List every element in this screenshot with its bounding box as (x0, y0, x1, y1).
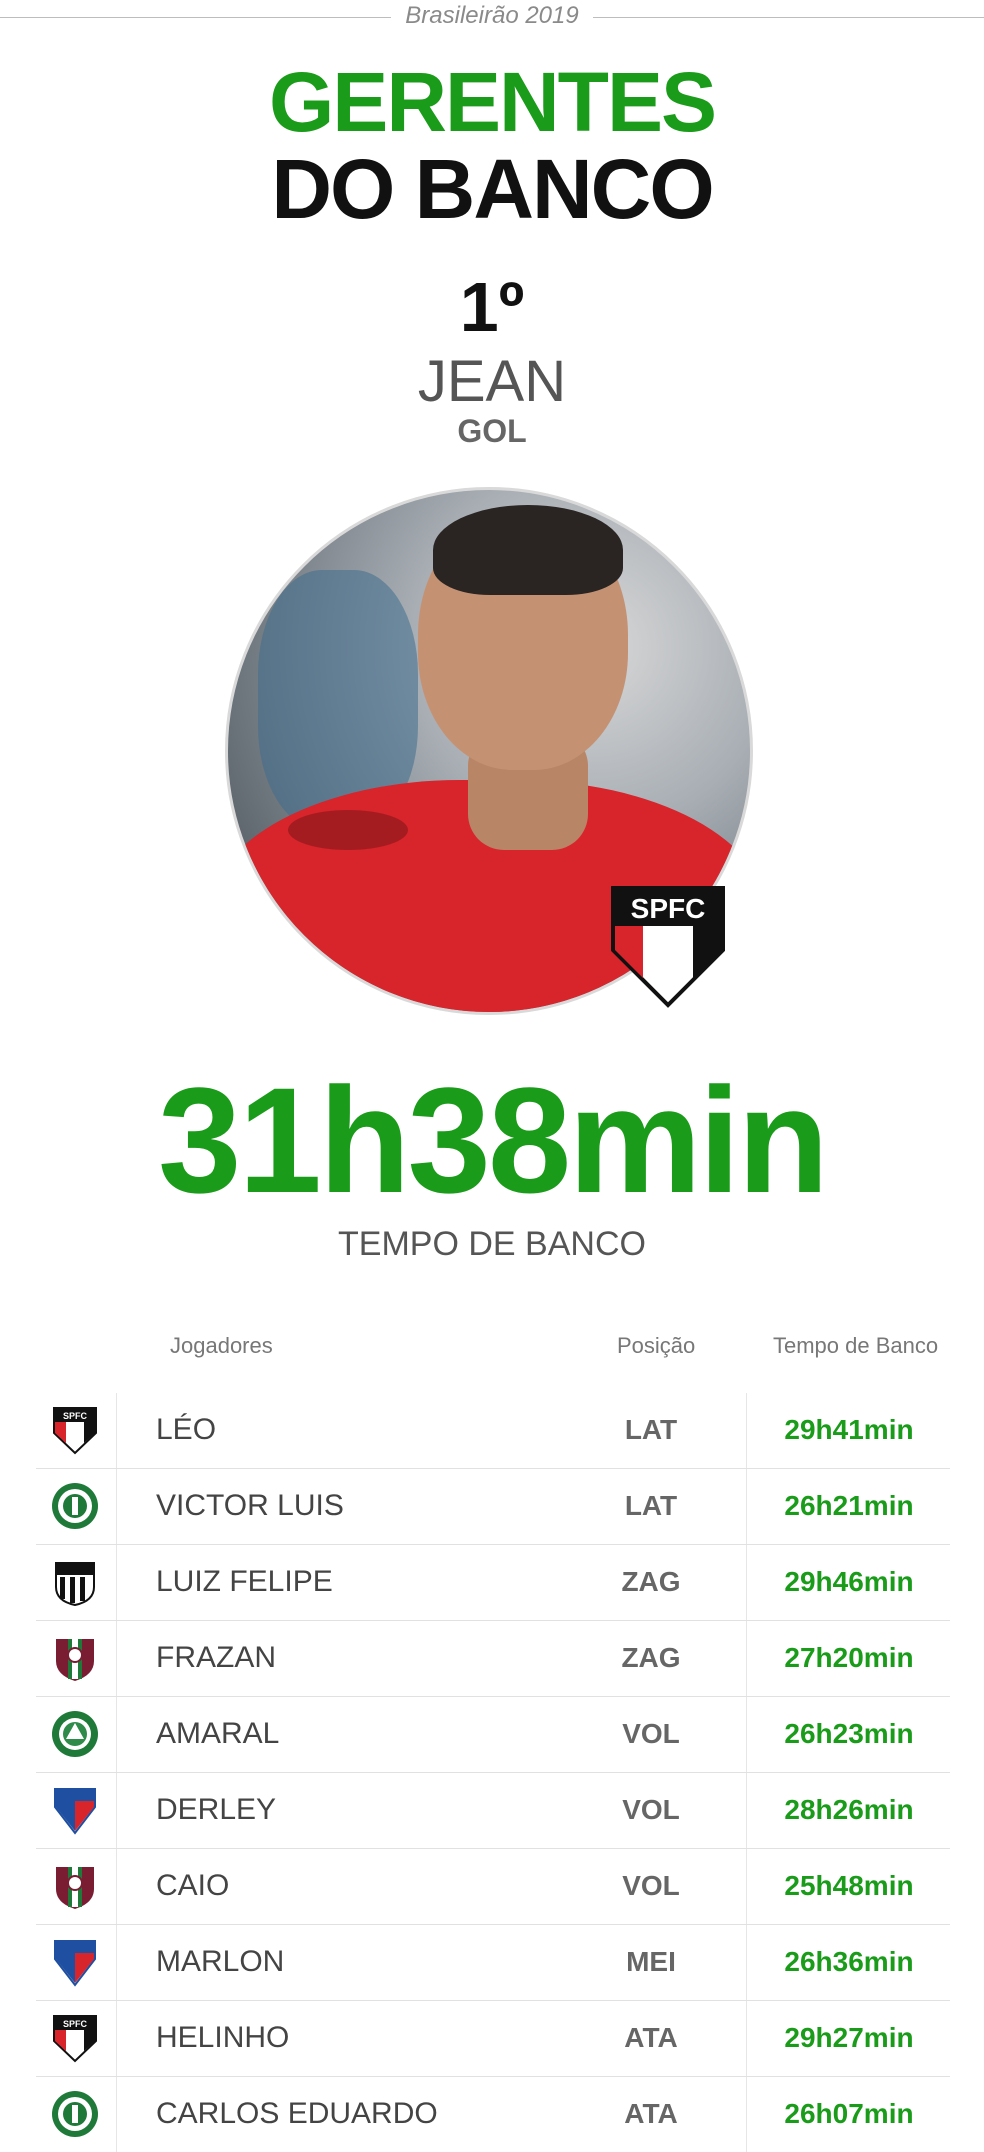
club-logo-cell (36, 1621, 117, 1696)
club-logo-cell (36, 2077, 117, 2152)
chapecoense-logo-icon (52, 1711, 98, 1757)
header-position: Posição (617, 1333, 696, 1358)
player-name: FRAZAN (156, 1641, 276, 1674)
player-name: DERLEY (156, 1793, 277, 1826)
player-name: VICTOR LUIS (156, 1489, 344, 1522)
player-position: LAT (624, 1490, 678, 1521)
column-separator (746, 1621, 747, 1696)
leader-name: JEAN (417, 349, 567, 414)
player-position: VOL (622, 1794, 680, 1825)
spfc-logo-icon: SPFC (53, 1407, 97, 1455)
club-logo-cell (36, 1849, 117, 1924)
table-row: CAIO VOL 25h48min (36, 1849, 950, 1925)
santos-logo-icon (55, 1562, 95, 1607)
photo-hair (433, 505, 623, 595)
overline-text: Brasileirão 2019 (391, 2, 593, 29)
player-position: ZAG (621, 1566, 681, 1597)
player-bench-time: 29h27min (784, 2022, 914, 2053)
table-row: FRAZAN ZAG 27h20min (36, 1621, 950, 1697)
column-separator (746, 1469, 747, 1544)
player-position: MEI (626, 1946, 676, 1977)
club-logo-cell (36, 1469, 117, 1544)
player-name: CAIO (156, 1869, 230, 1902)
player-name: CARLOS EDUARDO (156, 2097, 438, 2130)
fortaleza-logo-icon (54, 1940, 96, 1987)
spfc-badge-text: SPFC (631, 893, 706, 924)
svg-text:SPFC: SPFC (63, 1411, 88, 1421)
leader-bench-time-label: TEMPO DE BANCO (338, 1225, 646, 1263)
table-row: AMARAL VOL 26h23min (36, 1697, 950, 1773)
players-table: SPFC LÉO LAT 29h41min VICTOR LUIS LAT 26… (36, 1393, 950, 2152)
header-bench-time: Tempo de Banco (773, 1333, 939, 1358)
player-position: ATA (624, 2098, 678, 2129)
spfc-logo-icon: SPFC (53, 2015, 97, 2063)
leader-rank: 1º (459, 268, 525, 346)
club-logo-cell (36, 1697, 117, 1772)
club-logo-cell (36, 1545, 117, 1620)
svg-text:SPFC: SPFC (63, 2019, 88, 2029)
player-name: MARLON (156, 1945, 285, 1978)
title-line-2: DO BANCO (271, 142, 714, 236)
player-bench-time: 26h21min (784, 1490, 914, 1521)
player-name: HELINHO (156, 2021, 290, 2054)
player-name: LÉO (156, 1413, 217, 1446)
table-row: MARLON MEI 26h36min (36, 1925, 950, 2001)
player-bench-time: 28h26min (784, 1794, 914, 1825)
club-logo-cell: SPFC (36, 2001, 117, 2076)
player-bench-time: 29h46min (784, 1566, 914, 1597)
club-logo-cell (36, 1925, 117, 2000)
column-separator (746, 1925, 747, 2000)
spfc-badge-icon: SPFC (611, 886, 725, 1008)
table-row: SPFC HELINHO ATA 29h27min (36, 2001, 950, 2077)
player-bench-time: 27h20min (784, 1642, 914, 1673)
player-bench-time: 25h48min (784, 1870, 914, 1901)
column-separator (746, 1393, 747, 1468)
player-position: VOL (622, 1870, 680, 1901)
header-players: Jogadores (170, 1333, 273, 1358)
leader-bench-time: 31h38min (158, 1056, 829, 1224)
overline: Brasileirão 2019 (0, 2, 984, 30)
table-row: VICTOR LUIS LAT 26h21min (36, 1469, 950, 1545)
player-name: LUIZ FELIPE (156, 1565, 333, 1598)
column-separator (746, 2077, 747, 2152)
player-position: LAT (624, 1414, 678, 1445)
table-row: SPFC LÉO LAT 29h41min (36, 1393, 950, 1469)
title-line-1: GERENTES (268, 55, 717, 149)
leader-position: GOL (457, 413, 527, 449)
player-name: AMARAL (156, 1717, 280, 1750)
player-position: ZAG (621, 1642, 681, 1673)
palmeiras-logo-icon (52, 1483, 98, 1529)
palmeiras-logo-icon (52, 2091, 98, 2137)
table-row: CARLOS EDUARDO ATA 26h07min (36, 2077, 950, 2152)
table-row: DERLEY VOL 28h26min (36, 1773, 950, 1849)
column-separator (746, 2001, 747, 2076)
player-bench-time: 26h07min (784, 2098, 914, 2129)
table-row: LUIZ FELIPE ZAG 29h46min (36, 1545, 950, 1621)
fluminense-logo-icon (56, 1639, 94, 1681)
player-bench-time: 26h36min (784, 1946, 914, 1977)
fortaleza-logo-icon (54, 1788, 96, 1835)
photo-shirt-shade (288, 810, 408, 850)
player-position: ATA (624, 2022, 678, 2053)
club-logo-cell: SPFC (36, 1393, 117, 1468)
column-separator (746, 1849, 747, 1924)
column-separator (746, 1697, 747, 1772)
table-header: Jogadores Posição Tempo de Banco (0, 1333, 984, 1363)
column-separator (746, 1773, 747, 1848)
player-bench-time: 26h23min (784, 1718, 914, 1749)
club-logo-cell (36, 1773, 117, 1848)
column-separator (746, 1545, 747, 1620)
fluminense-logo-icon (56, 1867, 94, 1909)
player-bench-time: 29h41min (784, 1414, 914, 1445)
player-position: VOL (622, 1718, 680, 1749)
